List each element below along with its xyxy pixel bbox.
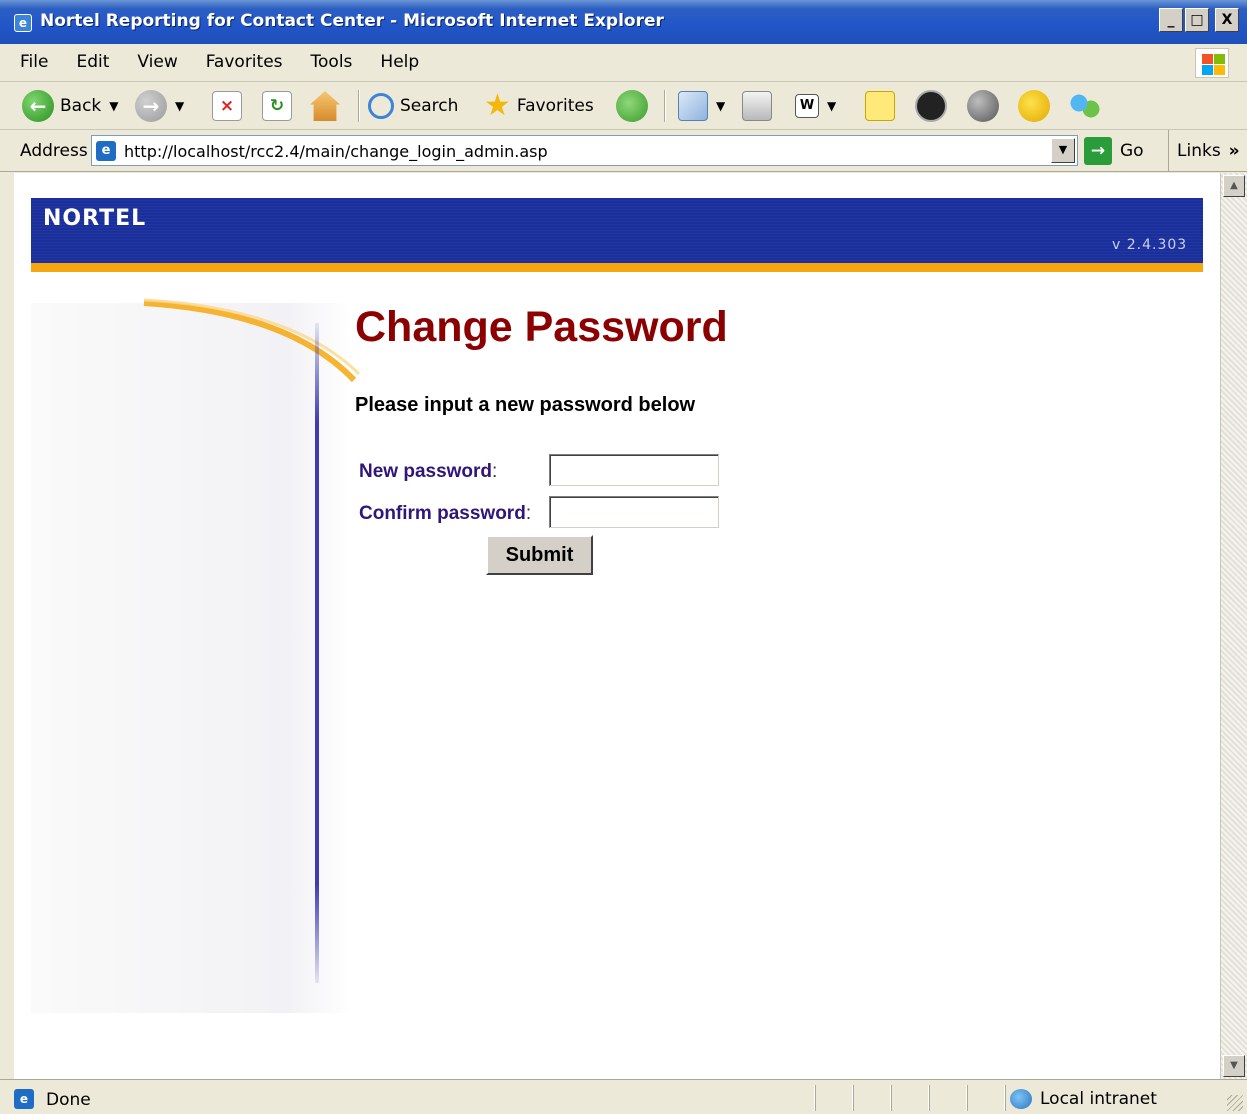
address-dropdown-icon[interactable]: ▼: [1051, 138, 1075, 163]
back-arrow-icon: ←: [22, 90, 54, 122]
new-password-label: New password:: [359, 461, 498, 482]
search-button[interactable]: Search: [368, 88, 458, 124]
buddies-icon: [1070, 91, 1100, 121]
mail-dropdown-icon[interactable]: ▼: [716, 99, 725, 113]
printer-icon: [742, 91, 772, 121]
version-label: v 2.4.303: [1112, 237, 1188, 253]
forward-button[interactable]: → ▼: [135, 88, 184, 124]
side-blue-line: [315, 323, 319, 983]
window-title: Nortel Reporting for Contact Center - Mi…: [40, 11, 664, 31]
forward-dropdown-icon[interactable]: ▼: [175, 99, 184, 113]
nortel-banner: [31, 198, 1203, 272]
smiley-icon: [1018, 90, 1050, 122]
orange-swoosh-graphic: [143, 298, 361, 383]
local-intranet-icon: [1010, 1089, 1032, 1109]
standard-toolbar: ← Back ▼ → ▼ × ↻ Search ★ Favorites ▼ W …: [0, 82, 1247, 130]
home-icon: [310, 91, 340, 121]
print-button[interactable]: [742, 88, 772, 124]
back-button[interactable]: ← Back ▼: [22, 88, 119, 124]
favorites-button[interactable]: ★ Favorites: [484, 88, 594, 124]
status-text: Done: [46, 1090, 91, 1110]
toolbar-separator: [664, 90, 665, 122]
status-panel: [853, 1085, 891, 1111]
status-panel: [891, 1085, 929, 1111]
mail-button[interactable]: ▼: [678, 88, 725, 124]
notes-button[interactable]: [865, 88, 895, 124]
page-title: Change Password: [355, 303, 728, 351]
refresh-button[interactable]: ↻: [262, 88, 292, 124]
menu-tools[interactable]: Tools: [311, 52, 353, 72]
status-panel: [929, 1085, 967, 1111]
favorites-star-icon: ★: [484, 88, 511, 123]
menu-bar: File Edit View Favorites Tools Help: [0, 44, 1247, 82]
status-panel: [967, 1085, 1005, 1111]
windows-logo-icon: [1195, 48, 1229, 78]
menu-file[interactable]: File: [20, 52, 48, 72]
page-status-icon: e: [14, 1089, 34, 1109]
address-url[interactable]: http://localhost/rcc2.4/main/change_logi…: [124, 142, 548, 161]
research-button[interactable]: [967, 88, 999, 124]
banner-stripe: [31, 263, 1203, 272]
page-icon: e: [96, 141, 116, 161]
go-button[interactable]: → Go: [1084, 135, 1144, 166]
address-label: Address: [20, 141, 88, 161]
chevron-right-icon[interactable]: »: [1229, 141, 1240, 161]
search-icon: [368, 93, 394, 119]
resize-grip-icon[interactable]: [1227, 1095, 1243, 1111]
stop-icon: ×: [212, 91, 242, 121]
ie-app-icon[interactable]: e: [14, 14, 32, 32]
close-button[interactable]: X: [1215, 8, 1239, 32]
msn-messenger-button[interactable]: [1070, 88, 1100, 124]
toolbar-separator: [358, 90, 359, 122]
edit-word-button[interactable]: W ▼: [795, 88, 836, 124]
page-subtitle: Please input a new password below: [355, 394, 696, 416]
minimize-button[interactable]: _: [1159, 8, 1183, 32]
window-title-bar[interactable]: e Nortel Reporting for Contact Center - …: [0, 0, 1247, 44]
history-icon: [616, 90, 648, 122]
go-arrow-icon: →: [1084, 136, 1112, 165]
scroll-down-icon[interactable]: ▼: [1223, 1055, 1245, 1077]
stop-button[interactable]: ×: [212, 88, 242, 124]
edit-dropdown-icon[interactable]: ▼: [827, 99, 836, 113]
forward-arrow-icon: →: [135, 90, 167, 122]
security-zone: Local intranet: [1010, 1089, 1157, 1109]
new-password-input[interactable]: [549, 454, 719, 486]
yahoo-messenger-button[interactable]: [1018, 88, 1050, 124]
menu-favorites[interactable]: Favorites: [206, 52, 283, 72]
nortel-logo: NORTEL: [43, 206, 147, 231]
messenger-icon: [915, 90, 947, 122]
word-icon: W: [795, 94, 819, 118]
confirm-password-input[interactable]: [549, 496, 719, 528]
back-dropdown-icon[interactable]: ▼: [109, 99, 118, 113]
status-panel: [815, 1085, 853, 1111]
refresh-icon: ↻: [262, 91, 292, 121]
messenger-button[interactable]: [915, 88, 947, 124]
menu-view[interactable]: View: [137, 52, 177, 72]
submit-button[interactable]: Submit: [486, 535, 593, 575]
confirm-password-label: Confirm password:: [359, 503, 532, 524]
globe-icon: [967, 90, 999, 122]
page-content: NORTEL v 2.4.303 Change Password Please …: [14, 173, 1220, 1079]
mail-icon: [678, 91, 708, 121]
links-button[interactable]: Links»: [1168, 130, 1240, 172]
address-field[interactable]: e http://localhost/rcc2.4/main/change_lo…: [91, 135, 1078, 166]
address-bar: Address e http://localhost/rcc2.4/main/c…: [0, 130, 1247, 172]
status-bar: e Done Local intranet: [0, 1079, 1247, 1114]
vertical-scrollbar[interactable]: ▲ ▼: [1220, 173, 1247, 1079]
history-button[interactable]: [616, 88, 648, 124]
window-controls: _ □ X: [1159, 8, 1239, 32]
scroll-up-icon[interactable]: ▲: [1223, 175, 1245, 197]
sticky-note-icon: [865, 91, 895, 121]
home-button[interactable]: [310, 88, 340, 124]
menu-help[interactable]: Help: [380, 52, 419, 72]
menu-edit[interactable]: Edit: [76, 52, 109, 72]
maximize-button[interactable]: □: [1185, 8, 1209, 32]
